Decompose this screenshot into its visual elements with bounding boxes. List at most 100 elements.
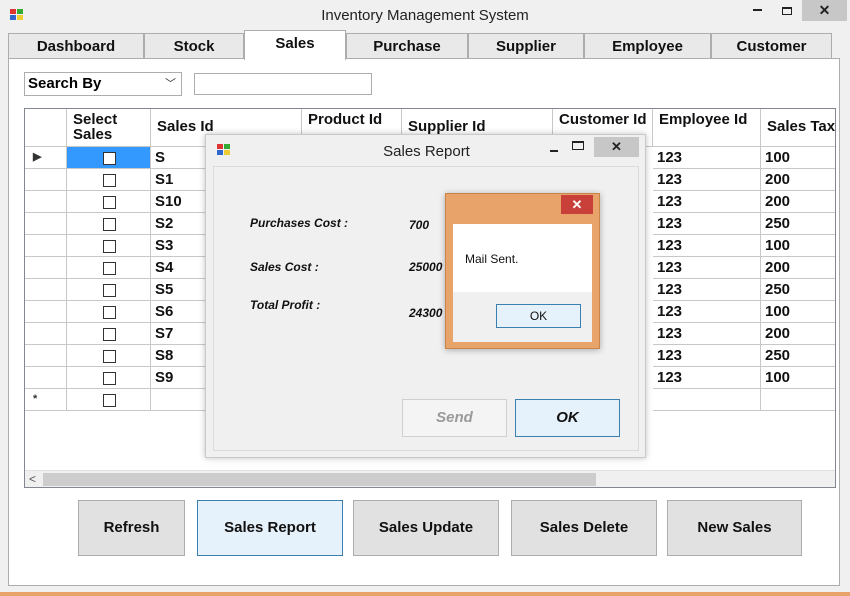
sales-tax-cell[interactable]: 250 (761, 279, 835, 301)
sales-tax-cell[interactable]: 100 (761, 147, 835, 169)
tab-customer[interactable]: Customer (711, 33, 832, 59)
sales-report-button[interactable]: Sales Report (197, 500, 343, 556)
tab-dashboard[interactable]: Dashboard (8, 33, 144, 59)
sales-tax-cell[interactable]: 200 (761, 169, 835, 191)
employee-id-cell[interactable]: 123 (653, 257, 761, 279)
select-checkbox[interactable] (103, 328, 116, 341)
select-checkbox[interactable] (103, 350, 116, 363)
message-close-button[interactable]: ✕ (561, 195, 593, 214)
window-title: Inventory Management System (321, 7, 529, 24)
select-cell[interactable] (67, 235, 151, 257)
close-icon: ✕ (818, 2, 831, 18)
search-input[interactable] (194, 73, 372, 95)
sales-cost-value: 25000 (409, 260, 443, 274)
row-header[interactable] (25, 191, 67, 213)
select-cell[interactable] (67, 191, 151, 213)
sales-tax-cell[interactable]: 250 (761, 213, 835, 235)
sales-tax-cell[interactable]: 200 (761, 257, 835, 279)
tab-stock[interactable]: Stock (144, 33, 244, 59)
row-header[interactable]: ▶ (25, 147, 67, 169)
maximize-button[interactable] (772, 0, 802, 21)
sales-tax-cell[interactable]: 100 (761, 301, 835, 323)
employee-id-cell[interactable]: 123 (653, 345, 761, 367)
row-header[interactable] (25, 279, 67, 301)
minimize-button[interactable] (742, 0, 772, 21)
tab-purchase[interactable]: Purchase (346, 33, 468, 59)
employee-id-cell[interactable]: 123 (653, 367, 761, 389)
employee-id-cell[interactable]: 123 (653, 301, 761, 323)
select-cell[interactable] (67, 367, 151, 389)
select-checkbox[interactable] (103, 218, 116, 231)
row-header[interactable] (25, 345, 67, 367)
employee-id-cell[interactable]: 123 (653, 147, 761, 169)
row-header[interactable] (25, 323, 67, 345)
horizontal-scrollbar[interactable]: < (25, 470, 835, 487)
row-header[interactable] (25, 169, 67, 191)
select-checkbox[interactable] (103, 394, 116, 407)
tab-employee[interactable]: Employee (584, 33, 711, 59)
purchases-cost-value: 700 (409, 218, 430, 232)
scroll-left-icon[interactable]: < (29, 471, 36, 487)
sales-tax-cell[interactable]: 200 (761, 191, 835, 213)
employee-id-cell[interactable]: 123 (653, 191, 761, 213)
select-checkbox[interactable] (103, 196, 116, 209)
refresh-button[interactable]: Refresh (78, 500, 185, 556)
employee-id-cell[interactable]: 123 (653, 323, 761, 345)
column-header-select-sales[interactable]: Select Sales (67, 109, 151, 147)
dialog-close-button[interactable]: ✕ (594, 137, 639, 157)
select-cell[interactable] (67, 147, 151, 169)
column-header-employee-id[interactable]: Employee Id (653, 109, 761, 147)
dialog-maximize-button[interactable] (572, 141, 584, 150)
select-cell[interactable] (67, 279, 151, 301)
tab-sales[interactable]: Sales (244, 30, 346, 60)
row-header[interactable] (25, 235, 67, 257)
select-cell[interactable] (67, 323, 151, 345)
message-ok-button[interactable]: OK (496, 304, 581, 328)
close-button[interactable]: ✕ (802, 0, 847, 21)
send-button[interactable]: Send (402, 399, 507, 437)
minimize-icon (550, 150, 558, 152)
sales-update-button[interactable]: Sales Update (353, 500, 499, 556)
employee-id-cell[interactable]: 123 (653, 213, 761, 235)
new-sales-button[interactable]: New Sales (667, 500, 802, 556)
column-header-sales-tax[interactable]: Sales Tax (761, 109, 835, 147)
select-checkbox[interactable] (103, 240, 116, 253)
row-header[interactable] (25, 367, 67, 389)
sales-delete-button[interactable]: Sales Delete (511, 500, 657, 556)
search-by-select[interactable]: Search By ﹀ (24, 72, 182, 96)
select-cell[interactable] (67, 389, 151, 411)
tab-supplier[interactable]: Supplier (468, 33, 584, 59)
select-checkbox[interactable] (103, 284, 116, 297)
sales-tax-cell[interactable]: 100 (761, 367, 835, 389)
row-header-corner (25, 109, 67, 147)
row-header[interactable] (25, 257, 67, 279)
select-checkbox[interactable] (103, 306, 116, 319)
select-cell[interactable] (67, 213, 151, 235)
minimize-icon (752, 9, 762, 11)
sales-tax-cell[interactable]: 250 (761, 345, 835, 367)
title-bar: Inventory Management System ✕ (0, 0, 850, 32)
row-header[interactable] (25, 213, 67, 235)
sales-tax-cell[interactable]: 200 (761, 323, 835, 345)
message-content: Mail Sent. (453, 224, 592, 292)
sales-cost-label: Sales Cost : (250, 260, 319, 274)
employee-id-cell[interactable] (653, 389, 761, 411)
dialog-minimize-button[interactable] (544, 139, 564, 157)
employee-id-cell[interactable]: 123 (653, 279, 761, 301)
select-checkbox[interactable] (103, 152, 116, 165)
select-cell[interactable] (67, 301, 151, 323)
employee-id-cell[interactable]: 123 (653, 235, 761, 257)
select-checkbox[interactable] (103, 174, 116, 187)
row-header[interactable] (25, 301, 67, 323)
employee-id-cell[interactable]: 123 (653, 169, 761, 191)
dialog-ok-button[interactable]: OK (515, 399, 620, 437)
select-checkbox[interactable] (103, 372, 116, 385)
select-checkbox[interactable] (103, 262, 116, 275)
sales-tax-cell[interactable]: 100 (761, 235, 835, 257)
select-cell[interactable] (67, 257, 151, 279)
select-cell[interactable] (67, 169, 151, 191)
scrollbar-thumb[interactable] (43, 473, 596, 486)
sales-tax-cell[interactable] (761, 389, 835, 411)
message-button-area: OK (453, 292, 592, 342)
select-cell[interactable] (67, 345, 151, 367)
